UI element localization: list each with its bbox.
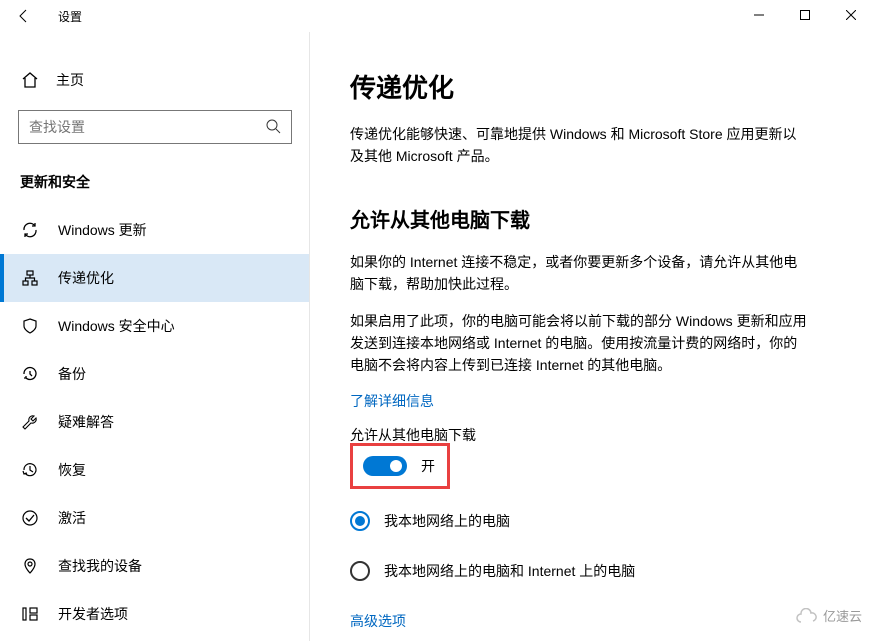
search-box[interactable] (18, 110, 292, 144)
nav-label: 激活 (58, 508, 86, 528)
home-label: 主页 (56, 70, 84, 90)
home-link[interactable]: 主页 (0, 62, 310, 98)
activation-icon (20, 509, 40, 527)
cloud-icon (795, 608, 817, 624)
paragraph-1: 如果你的 Internet 连接不稳定，或者你要更新多个设备，请允许从其他电脑下… (350, 251, 810, 296)
toggle-label: 允许从其他电脑下载 (350, 425, 834, 445)
sidebar: 主页 更新和安全 Windows 更新 传递优化 Windows 安全中心 备份 (0, 32, 310, 641)
section-title: 允许从其他电脑下载 (350, 204, 834, 233)
learn-more-link[interactable]: 了解详细信息 (350, 391, 434, 411)
radio-label: 我本地网络上的电脑 (384, 511, 510, 531)
highlight-annotation: 开 (350, 443, 450, 489)
radio-label: 我本地网络上的电脑和 Internet 上的电脑 (384, 561, 635, 581)
nav-delivery-optimization[interactable]: 传递优化 (0, 254, 310, 302)
nav-backup[interactable]: 备份 (0, 350, 310, 398)
nav-label: 备份 (58, 364, 86, 384)
close-button[interactable] (828, 0, 874, 30)
troubleshoot-icon (20, 413, 40, 431)
advanced-options-link[interactable]: 高级选项 (350, 611, 834, 631)
findmydevice-icon (20, 557, 40, 575)
window-title: 设置 (58, 8, 82, 25)
page-title: 传递优化 (350, 68, 834, 105)
nav-developer[interactable]: 开发者选项 (0, 590, 310, 638)
nav-activation[interactable]: 激活 (0, 494, 310, 542)
shield-icon (20, 317, 40, 335)
nav-label: 恢复 (58, 460, 86, 480)
nav-windows-security[interactable]: Windows 安全中心 (0, 302, 310, 350)
nav-label: 查找我的设备 (58, 556, 142, 576)
radio-local-and-internet[interactable]: 我本地网络上的电脑和 Internet 上的电脑 (350, 561, 834, 581)
sync-icon (20, 221, 40, 239)
minimize-button[interactable] (736, 0, 782, 30)
toggle-state: 开 (421, 456, 435, 476)
page-description: 传递优化能够快速、可靠地提供 Windows 和 Microsoft Store… (350, 123, 810, 168)
nav-label: 疑难解答 (58, 412, 114, 432)
nav-label: Windows 安全中心 (58, 316, 175, 336)
nav-label: Windows 更新 (58, 220, 147, 240)
paragraph-2: 如果启用了此项，你的电脑可能会将以前下载的部分 Windows 更新和应用发送到… (350, 310, 810, 377)
back-button[interactable] (8, 0, 40, 32)
recovery-icon (20, 461, 40, 479)
backup-icon (20, 365, 40, 383)
maximize-button[interactable] (782, 0, 828, 30)
nav-find-my-device[interactable]: 查找我的设备 (0, 542, 310, 590)
radio-local-network[interactable]: 我本地网络上的电脑 (350, 511, 834, 531)
delivery-icon (20, 269, 40, 287)
home-icon (20, 71, 40, 89)
nav-windows-update[interactable]: Windows 更新 (0, 206, 310, 254)
developer-icon (20, 605, 40, 623)
nav-troubleshoot[interactable]: 疑难解答 (0, 398, 310, 446)
nav-recovery[interactable]: 恢复 (0, 446, 310, 494)
radio-icon (350, 561, 370, 581)
main-content: 传递优化 传递优化能够快速、可靠地提供 Windows 和 Microsoft … (310, 32, 874, 641)
nav-list: Windows 更新 传递优化 Windows 安全中心 备份 疑难解答 恢复 (0, 206, 310, 638)
nav-label: 传递优化 (58, 268, 114, 288)
group-header: 更新和安全 (20, 172, 310, 192)
nav-label: 开发者选项 (58, 604, 128, 624)
search-icon (265, 118, 281, 137)
sidebar-divider (309, 32, 310, 641)
radio-icon (350, 511, 370, 531)
allow-downloads-toggle[interactable] (363, 456, 407, 476)
watermark: 亿速云 (795, 606, 862, 625)
search-input[interactable] (29, 119, 265, 135)
